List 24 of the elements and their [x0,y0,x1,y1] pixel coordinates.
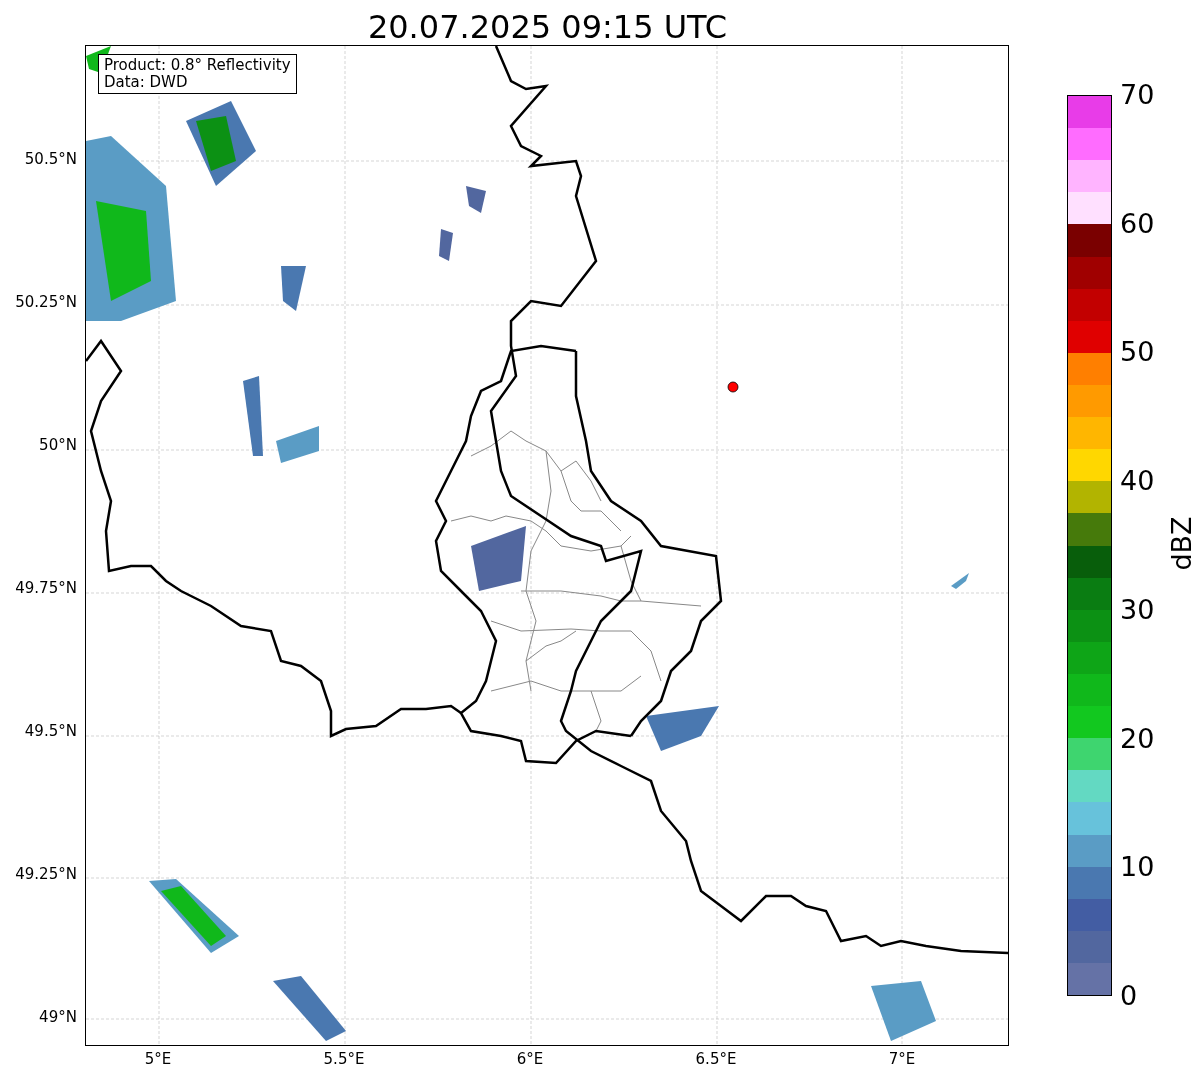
longitude-label: 5.5°E [323,1052,365,1067]
latitude-label: 50.5°N [24,152,77,167]
longitude-label: 6°E [516,1052,544,1067]
colorbar-tick-label: 0 [1120,982,1138,1009]
chart-title: 20.07.2025 09:15 UTC [367,10,728,43]
info-text: Data: DWD [103,74,189,91]
latitude-label: 50.25°N [15,295,77,310]
latitude-label: 49.75°N [15,581,77,596]
colorbar-tick-label: 40 [1120,467,1155,495]
colorbar-tick-label: 50 [1120,338,1155,366]
colorbar-tick-label: 10 [1120,853,1155,881]
latitude-label: 49.5°N [24,724,77,739]
latitude-label: 50°N [39,438,77,453]
colorbar-tick-label: 70 [1120,81,1155,108]
colorbar-tick-label: 60 [1120,209,1155,237]
info-text: Product: 0.8° Reflectivity [103,57,291,74]
colorbar-tick-label: 20 [1120,724,1155,752]
colorbar-tick-label: 30 [1120,595,1155,623]
colorbar-label: dBZ [1167,516,1195,571]
longitude-label: 7°E [888,1052,916,1067]
latitude-label: 49.25°N [15,867,77,882]
longitude-label: 5°E [144,1052,172,1067]
longitude-label: 6.5°E [695,1052,737,1067]
latitude-label: 49°N [39,1010,77,1025]
